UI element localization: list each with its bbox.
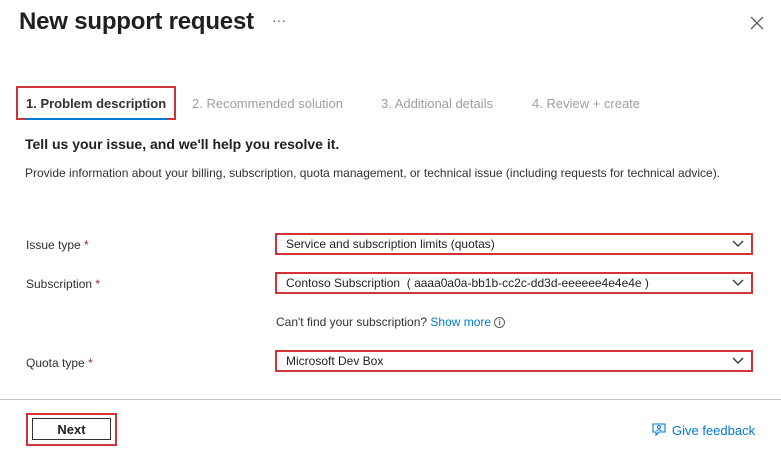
section-heading: Tell us your issue, and we'll help you r… (25, 136, 340, 152)
tab-problem-description[interactable]: 1. Problem description (26, 96, 166, 111)
issue-type-label: Issue type * (26, 238, 89, 252)
subscription-label: Subscription * (26, 277, 100, 291)
section-description: Provide information about your billing, … (25, 166, 721, 180)
issue-type-value: Service and subscription limits (quotas) (286, 237, 495, 251)
help-text: Can't find your subscription? (276, 315, 428, 329)
required-mark: * (88, 356, 93, 370)
footer-divider (0, 399, 781, 400)
quota-type-value: Microsoft Dev Box (286, 354, 384, 368)
close-icon[interactable] (748, 14, 766, 32)
quota-type-select[interactable]: Microsoft Dev Box (275, 350, 753, 372)
next-button[interactable]: Next (32, 418, 111, 440)
chevron-down-icon (732, 279, 744, 286)
give-feedback-link[interactable]: Give feedback (651, 422, 755, 438)
issue-type-select[interactable]: Service and subscription limits (quotas) (275, 233, 753, 255)
chevron-down-icon (732, 357, 744, 364)
subscription-label-text: Subscription (26, 277, 93, 291)
issue-type-label-text: Issue type (26, 238, 81, 252)
subscription-select[interactable]: Contoso Subscription ( aaaa0a0a-bb1b-cc2… (275, 272, 753, 294)
quota-type-label-text: Quota type (26, 356, 85, 370)
required-mark: * (84, 238, 89, 252)
feedback-icon (652, 423, 666, 437)
chevron-down-icon (732, 240, 744, 247)
more-options-icon[interactable]: ··· (272, 12, 286, 28)
subscription-help: Can't find your subscription? Show more i (276, 315, 506, 329)
required-mark: * (95, 277, 101, 291)
page-title: New support request (19, 8, 254, 35)
tab-additional-details[interactable]: 3. Additional details (381, 96, 493, 111)
active-tab-indicator (25, 118, 167, 120)
tab-recommended-solution[interactable]: 2. Recommended solution (192, 96, 343, 111)
quota-type-label: Quota type * (26, 356, 93, 370)
subscription-value: Contoso Subscription ( aaaa0a0a-bb1b-cc2… (286, 276, 649, 290)
info-icon[interactable]: i (494, 317, 506, 328)
give-feedback-label: Give feedback (672, 422, 756, 438)
tab-review-create[interactable]: 4. Review + create (532, 96, 640, 111)
show-more-link[interactable]: Show more (430, 315, 491, 329)
